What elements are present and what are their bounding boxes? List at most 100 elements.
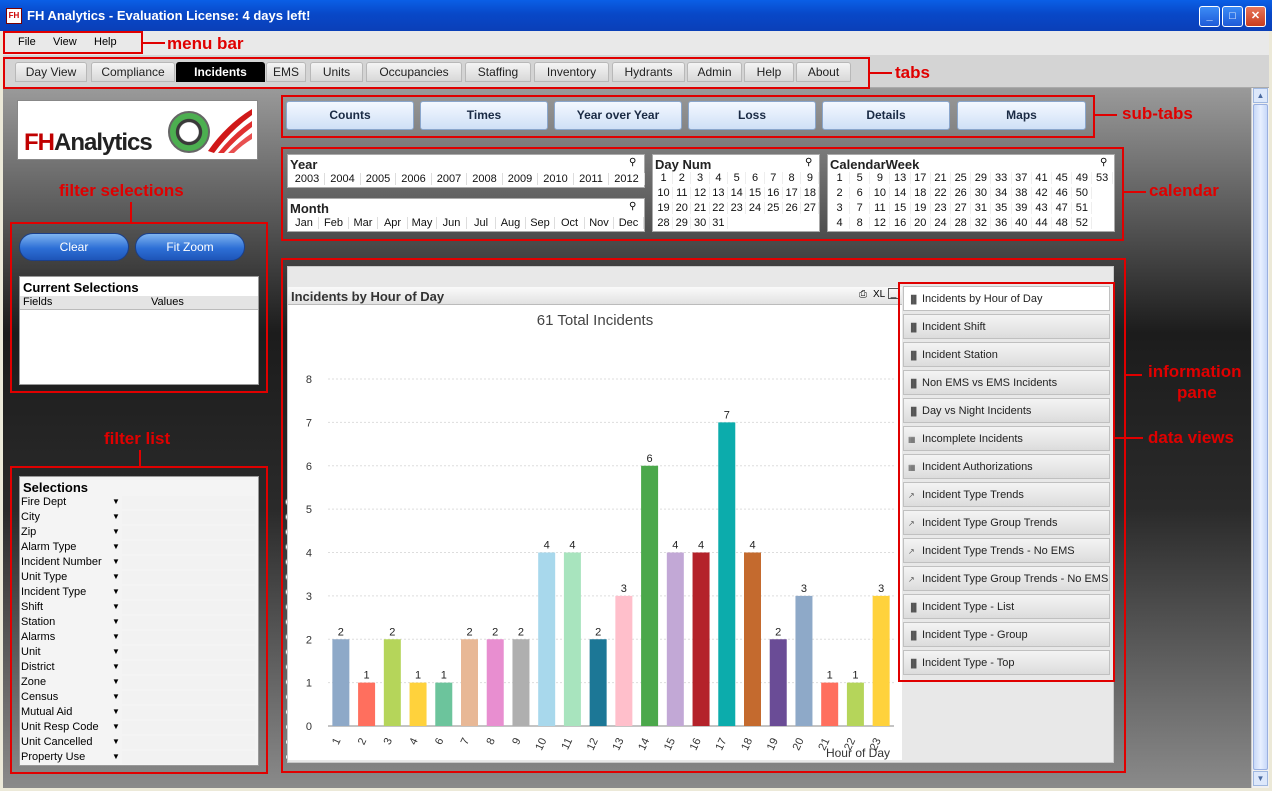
dropdown-arrow-icon[interactable]: ▼	[112, 722, 120, 731]
menu-file[interactable]: File	[18, 36, 36, 48]
calendar-week-cell[interactable]: 34	[992, 187, 1012, 199]
calendar-week-cell[interactable]: 51	[1072, 202, 1093, 214]
data-view-item[interactable]: ▐▌ Incidents by Hour of Day	[903, 286, 1110, 311]
year-cell[interactable]: 2011	[574, 173, 609, 185]
calendar-week-cell[interactable]: 26	[951, 187, 972, 199]
tab-units[interactable]: Units	[310, 62, 363, 82]
day-num-cell[interactable]: 30	[692, 217, 710, 229]
month-cell[interactable]: Mar	[349, 217, 378, 229]
calendar-week-cell[interactable]: 19	[911, 202, 931, 214]
tab-about[interactable]: About	[796, 62, 851, 82]
tab-day-view[interactable]: Day View	[15, 62, 87, 82]
calendar-week-cell[interactable]: 3	[830, 202, 850, 214]
vertical-scrollbar[interactable]: ▲ ▼	[1251, 88, 1269, 788]
calendar-week-cell[interactable]: 15	[891, 202, 911, 214]
year-cell[interactable]: 2008	[468, 173, 503, 185]
tab-incidents[interactable]: Incidents	[176, 62, 265, 82]
scroll-down-icon[interactable]: ▼	[1253, 771, 1268, 786]
selection-field-row[interactable]: Incident Number ▼	[20, 555, 293, 570]
selection-field-row[interactable]: Zip ▼	[20, 525, 293, 540]
calendar-week-cell[interactable]: 45	[1052, 172, 1073, 184]
menu-view[interactable]: View	[53, 36, 77, 48]
month-cell[interactable]: May	[408, 217, 437, 229]
selection-value[interactable]	[122, 601, 293, 614]
day-num-cell[interactable]: 6	[747, 172, 765, 184]
data-view-item[interactable]: ▐▌ Non EMS vs EMS Incidents	[903, 370, 1110, 395]
day-num-cell[interactable]: 16	[765, 187, 783, 199]
calendar-week-cell[interactable]: 48	[1052, 217, 1073, 229]
selection-value[interactable]	[122, 631, 293, 644]
dropdown-arrow-icon[interactable]: ▼	[112, 542, 120, 551]
day-num-cell[interactable]: 20	[673, 202, 692, 214]
dropdown-arrow-icon[interactable]: ▼	[112, 647, 120, 656]
calendar-week-cell[interactable]: 16	[891, 217, 911, 229]
selection-field-row[interactable]: Alarms ▼	[20, 630, 293, 645]
search-icon[interactable]: ⚲	[1100, 157, 1107, 168]
search-icon[interactable]: ⚲	[805, 157, 812, 168]
subtab-details[interactable]: Details	[822, 101, 950, 130]
data-view-item[interactable]: ↗ Incident Type Trends	[903, 482, 1110, 507]
day-num-cell[interactable]: 13	[710, 187, 728, 199]
dropdown-arrow-icon[interactable]: ▼	[112, 677, 120, 686]
tab-hydrants[interactable]: Hydrants	[612, 62, 685, 82]
calendar-week-cell[interactable]: 35	[992, 202, 1012, 214]
selection-value[interactable]	[122, 556, 293, 569]
calendar-week-cell[interactable]: 8	[850, 217, 871, 229]
data-view-item[interactable]: ↗ Incident Type Group Trends	[903, 510, 1110, 535]
month-cell[interactable]: Apr	[379, 217, 408, 229]
dropdown-arrow-icon[interactable]: ▼	[112, 527, 120, 536]
calendar-week-cell[interactable]: 46	[1052, 187, 1073, 199]
day-num-cell[interactable]: 19	[655, 202, 673, 214]
title-bar[interactable]: FH FH Analytics - Evaluation License: 4 …	[0, 0, 1272, 31]
selection-value[interactable]	[122, 616, 293, 629]
selection-value[interactable]	[122, 646, 293, 659]
calendar-week-cell[interactable]: 37	[1012, 172, 1032, 184]
close-button[interactable]: ✕	[1245, 6, 1266, 27]
data-view-item[interactable]: ▐▌ Incident Type - List	[903, 594, 1110, 619]
day-num-cell[interactable]: 4	[710, 172, 728, 184]
selection-value[interactable]	[122, 706, 293, 719]
calendar-week-cell[interactable]: 32	[971, 217, 992, 229]
calendar-week-cell[interactable]: 1	[830, 172, 850, 184]
minimize-chart-icon[interactable]: _	[888, 288, 899, 299]
calendar-week-cell[interactable]: 25	[951, 172, 972, 184]
day-num-cell[interactable]: 21	[692, 202, 710, 214]
calendar-week-cell[interactable]: 38	[1012, 187, 1032, 199]
selection-field-row[interactable]: District ▼	[20, 660, 293, 675]
dropdown-arrow-icon[interactable]: ▼	[112, 587, 120, 596]
data-view-item[interactable]: ↗ Incident Type Group Trends - No EMS	[903, 566, 1110, 591]
selection-field-row[interactable]: Alarm Type ▼	[20, 540, 293, 555]
calendar-week-cell[interactable]: 20	[911, 217, 931, 229]
month-cell[interactable]: Nov	[585, 217, 614, 229]
data-view-item[interactable]: ▐▌ Incident Type - Group	[903, 622, 1110, 647]
calendar-week-cell[interactable]: 41	[1032, 172, 1052, 184]
selection-field-row[interactable]: Unit ▼	[20, 645, 293, 660]
calendar-week-cell[interactable]: 29	[971, 172, 992, 184]
calendar-week-cell[interactable]: 9	[870, 172, 891, 184]
calendar-week-cell[interactable]: 50	[1072, 187, 1093, 199]
dropdown-arrow-icon[interactable]: ▼	[112, 557, 120, 566]
calendar-week-cell[interactable]: 53	[1093, 172, 1113, 184]
selection-field-row[interactable]: Mutual Aid ▼	[20, 705, 293, 720]
calendar-week-cell[interactable]: 27	[951, 202, 972, 214]
year-cell[interactable]: 2003	[290, 173, 325, 185]
selection-value[interactable]	[122, 571, 293, 584]
day-num-cell[interactable]: 26	[783, 202, 802, 214]
calendar-week-cell[interactable]: 21	[931, 172, 951, 184]
dropdown-arrow-icon[interactable]: ▼	[112, 737, 120, 746]
scroll-up-icon[interactable]: ▲	[1253, 88, 1268, 103]
day-num-cell[interactable]: 9	[801, 172, 820, 184]
dropdown-arrow-icon[interactable]: ▼	[112, 602, 120, 611]
selection-field-row[interactable]: Unit Type ▼	[20, 570, 293, 585]
dropdown-arrow-icon[interactable]: ▼	[112, 632, 120, 641]
calendar-week-cell[interactable]: 30	[971, 187, 992, 199]
selection-field-row[interactable]: Property Use ▼	[20, 750, 293, 765]
calendar-week-cell[interactable]: 52	[1072, 217, 1093, 229]
calendar-week-cell[interactable]: 12	[870, 217, 891, 229]
calendar-week-cell[interactable]: 7	[850, 202, 871, 214]
search-icon[interactable]: ⚲	[629, 157, 636, 168]
subtab-maps[interactable]: Maps	[957, 101, 1086, 130]
dropdown-arrow-icon[interactable]: ▼	[112, 617, 120, 626]
day-num-cell[interactable]: 5	[728, 172, 747, 184]
calendar-week-cell[interactable]: 10	[870, 187, 891, 199]
